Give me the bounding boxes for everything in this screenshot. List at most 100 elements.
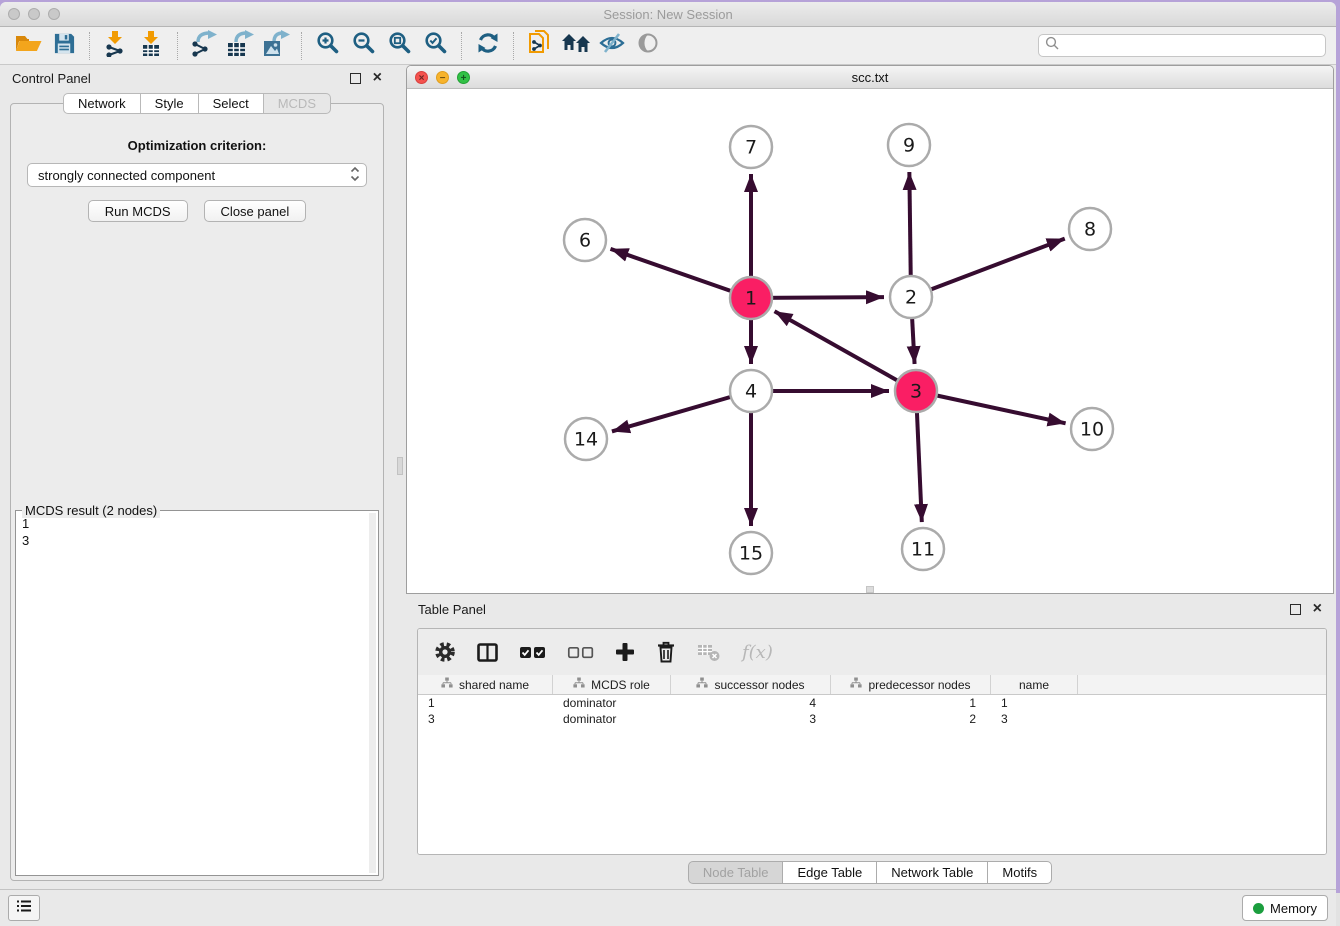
zoom-out-button[interactable] <box>346 31 382 61</box>
canvas-grip[interactable] <box>866 586 874 593</box>
export-table-button[interactable] <box>222 31 258 61</box>
table-row-1[interactable]: 1dominator411 <box>418 695 1326 711</box>
import-network-button[interactable] <box>98 31 134 61</box>
close-panel-icon[interactable]: × <box>373 73 382 83</box>
table-cell[interactable]: 3 <box>671 712 831 726</box>
show-panel-button[interactable] <box>630 31 666 61</box>
memory-button[interactable]: Memory <box>1242 895 1328 921</box>
result-scrollbar[interactable] <box>369 513 376 873</box>
graph-node-label-4: 4 <box>745 381 757 403</box>
toolbar-separator <box>177 32 179 60</box>
zoom-fit-button[interactable] <box>382 31 418 61</box>
divider-grip[interactable] <box>397 457 403 475</box>
tab-select[interactable]: Select <box>199 93 264 114</box>
table-panel: Table Panel × <box>406 596 1334 889</box>
graph-node-label-11: 11 <box>911 539 935 561</box>
export-network-button[interactable] <box>186 31 222 61</box>
tab-motifs[interactable]: Motifs <box>988 861 1052 884</box>
settings-gear-icon[interactable] <box>434 641 456 663</box>
eye-slash-icon <box>599 31 625 60</box>
table-cell[interactable]: 4 <box>671 696 831 710</box>
graph-edge-2-8[interactable] <box>911 239 1065 297</box>
table-body: 1dominator4113dominator323 <box>418 695 1326 727</box>
float-table-panel-icon[interactable] <box>1290 604 1301 615</box>
export-image-button[interactable] <box>258 31 294 61</box>
mcds-result-box: MCDS result (2 nodes) 1 3 <box>15 510 379 876</box>
column-header-MCDS-role[interactable]: MCDS role <box>553 675 671 694</box>
control-panel-tabs: Network Style Select MCDS <box>0 93 394 114</box>
delete-column-icon[interactable] <box>656 641 676 663</box>
search-input[interactable] <box>1063 38 1319 54</box>
task-history-button[interactable] <box>8 895 40 921</box>
graph-edge-3-10[interactable] <box>916 391 1066 423</box>
save-session-button[interactable] <box>46 31 82 61</box>
graph-edge-1-6[interactable] <box>610 249 751 298</box>
tab-edge-table[interactable]: Edge Table <box>783 861 877 884</box>
right-column: × − + scc.txt 7968124314101511 Table Pan… <box>406 65 1336 889</box>
toolbar-separator <box>301 32 303 60</box>
graph-node-label-6: 6 <box>579 230 591 252</box>
import-table-button[interactable] <box>134 31 170 61</box>
column-header-shared-name[interactable]: shared name <box>418 675 553 694</box>
search-field[interactable] <box>1038 34 1326 57</box>
table-cell[interactable]: dominator <box>553 696 671 710</box>
delete-table-icon[interactable] <box>697 643 721 662</box>
table-cell[interactable]: 3 <box>418 712 553 726</box>
mcds-result-text[interactable]: 1 3 <box>22 515 366 873</box>
optimization-select[interactable]: strongly connected component <box>27 163 367 187</box>
column-tree-icon <box>850 677 862 692</box>
toolbar-separator <box>513 32 515 60</box>
table-cell[interactable]: 2 <box>831 712 991 726</box>
main-toolbar <box>0 27 1336 65</box>
zoom-selected-button[interactable] <box>418 31 454 61</box>
node-table-container: f(x) shared name MCDS role successor nodes… <box>417 628 1327 855</box>
column-header-label: MCDS role <box>591 678 650 692</box>
home-button[interactable] <box>558 31 594 61</box>
run-mcds-button[interactable]: Run MCDS <box>88 200 188 222</box>
split-view-icon[interactable] <box>477 643 498 662</box>
hide-panel-button[interactable] <box>594 31 630 61</box>
close-table-panel-icon[interactable]: × <box>1313 604 1322 614</box>
tab-node-table[interactable]: Node Table <box>688 861 784 884</box>
network-file-button[interactable] <box>522 31 558 61</box>
unselect-all-icon[interactable] <box>567 646 594 659</box>
network-file-icon <box>528 29 553 62</box>
table-cell[interactable]: dominator <box>553 712 671 726</box>
zoom-in-button[interactable] <box>310 31 346 61</box>
close-panel-button[interactable]: Close panel <box>204 200 307 222</box>
open-session-button[interactable] <box>10 31 46 61</box>
graph-edge-3-1[interactable] <box>775 311 916 391</box>
column-header-predecessor-nodes[interactable]: predecessor nodes <box>831 675 991 694</box>
split-divider[interactable] <box>394 65 406 889</box>
graph-node-label-15: 15 <box>739 543 763 565</box>
function-builder-icon[interactable]: f(x) <box>742 642 773 663</box>
select-all-icon[interactable] <box>519 646 546 659</box>
network-window-title: scc.txt <box>407 70 1333 85</box>
table-cell[interactable]: 1 <box>991 696 1078 710</box>
network-graph[interactable]: 7968124314101511 <box>407 89 1333 594</box>
tab-network-table[interactable]: Network Table <box>877 861 988 884</box>
table-row-2[interactable]: 3dominator323 <box>418 711 1326 727</box>
mcds-tab-content: Optimization criterion: strongly connect… <box>10 103 384 881</box>
tab-mcds[interactable]: MCDS <box>264 93 331 114</box>
float-panel-icon[interactable] <box>350 73 361 84</box>
table-cell[interactable]: 1 <box>831 696 991 710</box>
toolbar-separator <box>89 32 91 60</box>
memory-label: Memory <box>1270 901 1317 916</box>
open-folder-icon <box>15 31 42 60</box>
network-minimize-button[interactable]: − <box>436 71 449 84</box>
table-cell[interactable]: 1 <box>418 696 553 710</box>
refresh-button[interactable] <box>470 31 506 61</box>
table-cell[interactable]: 3 <box>991 712 1078 726</box>
network-close-button[interactable]: × <box>415 71 428 84</box>
add-column-icon[interactable] <box>615 642 635 662</box>
app-window: Session: New Session <box>0 2 1336 926</box>
tab-style[interactable]: Style <box>141 93 199 114</box>
column-header-name[interactable]: name <box>991 675 1078 694</box>
column-header-successor-nodes[interactable]: successor nodes <box>671 675 831 694</box>
control-panel-title: Control Panel <box>12 71 350 86</box>
tab-network[interactable]: Network <box>63 93 141 114</box>
table-empty-area <box>418 727 1326 854</box>
network-maximize-button[interactable]: + <box>457 71 470 84</box>
network-canvas[interactable]: 7968124314101511 <box>407 89 1333 594</box>
